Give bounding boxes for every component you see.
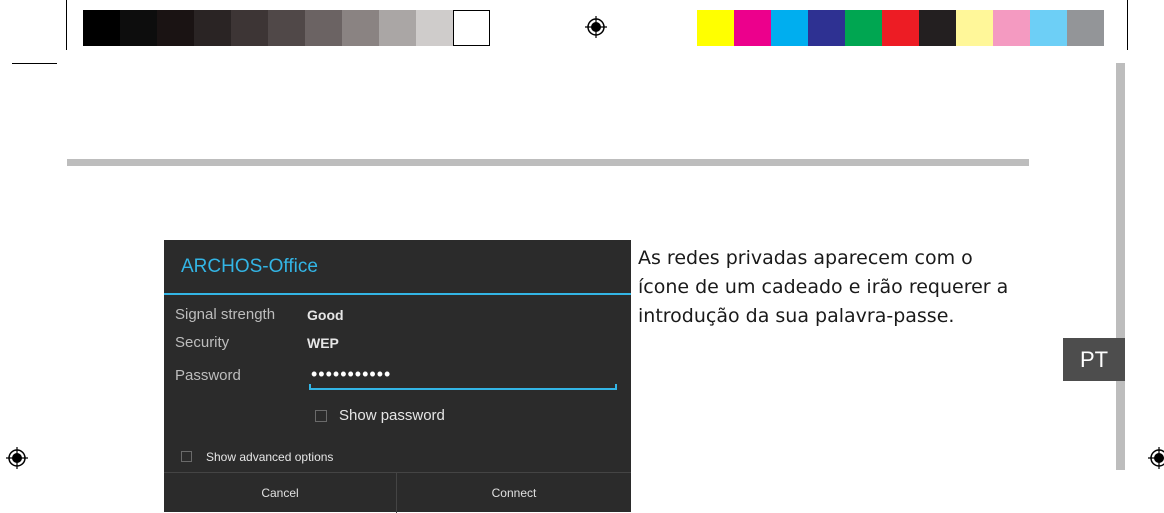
signal-strength-value: Good [307, 307, 344, 323]
color-swatch [305, 10, 342, 46]
crop-mark [66, 0, 67, 50]
color-swatch [771, 10, 808, 46]
color-swatch [734, 10, 771, 46]
security-value: WEP [307, 335, 339, 351]
cmyk-color-bar [697, 10, 1104, 46]
color-swatch [379, 10, 416, 46]
color-swatch [83, 10, 120, 46]
signal-strength-label: Signal strength [175, 306, 276, 323]
advanced-options-label: Show advanced options [206, 450, 334, 464]
show-password-checkbox[interactable] [315, 410, 327, 422]
color-swatch [342, 10, 379, 46]
header-rule [67, 159, 1029, 166]
color-swatch [956, 10, 993, 46]
color-swatch [993, 10, 1030, 46]
security-label: Security [175, 334, 230, 351]
language-tab: PT [1063, 338, 1125, 381]
cancel-button[interactable]: Cancel [164, 473, 396, 513]
registration-mark-icon [6, 447, 28, 469]
color-swatch [231, 10, 268, 46]
color-swatch [808, 10, 845, 46]
color-swatch [194, 10, 231, 46]
advanced-options-checkbox[interactable] [181, 451, 192, 462]
color-swatch [919, 10, 956, 46]
crop-mark [12, 63, 57, 64]
crop-mark [1127, 0, 1128, 50]
wifi-connect-dialog: ARCHOS-Office Signal strength Good Secur… [164, 240, 631, 513]
color-swatch [1030, 10, 1067, 46]
connect-button[interactable]: Connect [397, 473, 631, 513]
password-value: ••••••••••• [311, 364, 392, 384]
password-input[interactable]: ••••••••••• [309, 364, 617, 390]
registration-mark-icon [585, 16, 607, 38]
password-underline [309, 384, 617, 390]
dialog-button-bar: Cancel Connect [164, 472, 631, 513]
password-label: Password [175, 367, 241, 384]
color-swatch [697, 10, 734, 46]
color-swatch [882, 10, 919, 46]
grayscale-color-bar [83, 10, 490, 46]
color-swatch [416, 10, 453, 46]
dialog-title: ARCHOS-Office [181, 256, 318, 277]
color-swatch [1067, 10, 1104, 46]
side-margin-bar [1116, 63, 1125, 470]
color-swatch [845, 10, 882, 46]
color-swatch [268, 10, 305, 46]
title-divider [164, 293, 631, 295]
registration-mark-icon [1148, 447, 1164, 469]
color-swatch [453, 10, 490, 46]
body-paragraph: As redes privadas aparecem com o ícone d… [638, 247, 1009, 327]
color-swatch [120, 10, 157, 46]
show-password-label: Show password [339, 407, 445, 424]
color-swatch [157, 10, 194, 46]
